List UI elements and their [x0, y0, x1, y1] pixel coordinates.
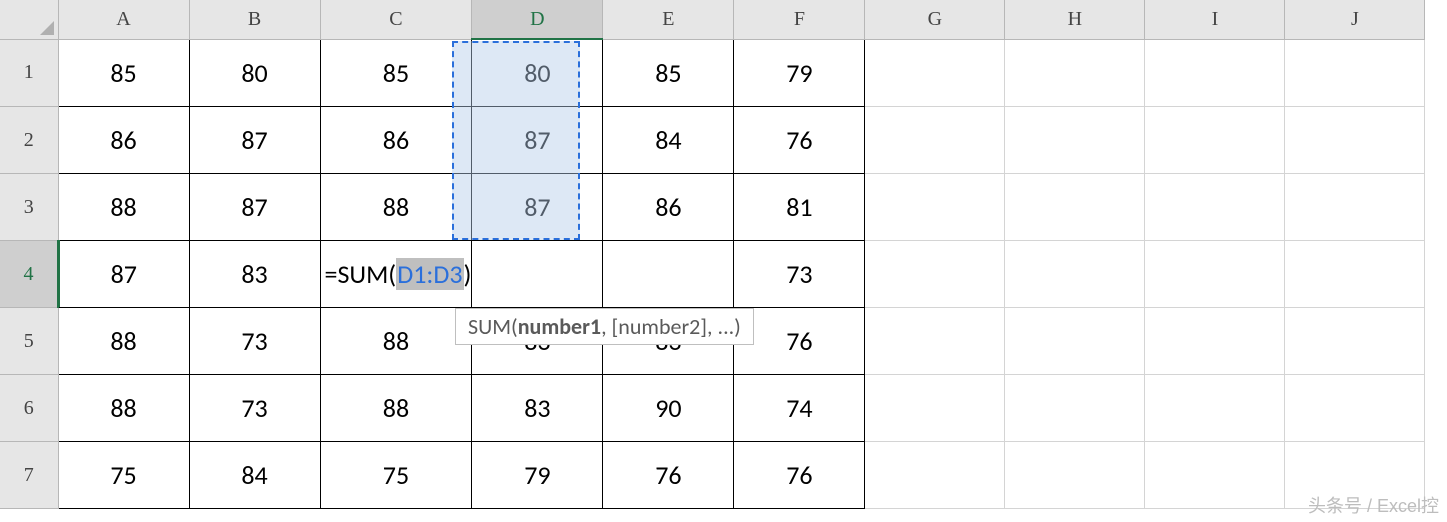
- cell-A7[interactable]: 75: [58, 442, 189, 509]
- cell-G4[interactable]: [865, 241, 1005, 308]
- cell-C3[interactable]: 88: [320, 174, 472, 241]
- cell-I3[interactable]: [1145, 174, 1285, 241]
- cell-G3[interactable]: [865, 174, 1005, 241]
- cell-F1[interactable]: 79: [734, 39, 865, 107]
- cell-G2[interactable]: [865, 107, 1005, 174]
- cell-H3[interactable]: [1005, 174, 1145, 241]
- cell-I6[interactable]: [1145, 375, 1285, 442]
- cell-F2[interactable]: 76: [734, 107, 865, 174]
- col-header-E[interactable]: E: [603, 0, 734, 39]
- cell-C7[interactable]: 75: [320, 442, 472, 509]
- cell-J5[interactable]: [1285, 308, 1425, 375]
- col-header-C[interactable]: C: [320, 0, 472, 39]
- cell-J3[interactable]: [1285, 174, 1425, 241]
- cell-D4[interactable]: [472, 241, 603, 308]
- cell-E6[interactable]: 90: [603, 375, 734, 442]
- cell-C4[interactable]: =SUM(D1:D3): [320, 241, 472, 308]
- cell-H5[interactable]: [1005, 308, 1145, 375]
- tooltip-rest: , [number2], ...): [601, 313, 741, 340]
- col-header-D[interactable]: D: [472, 0, 603, 39]
- cell-B3[interactable]: 87: [189, 174, 320, 241]
- cell-B1[interactable]: 80: [189, 39, 320, 107]
- tooltip-fn: SUM(: [468, 313, 518, 340]
- cell-I5[interactable]: [1145, 308, 1285, 375]
- cell-A3[interactable]: 88: [58, 174, 189, 241]
- cell-F4[interactable]: 73: [734, 241, 865, 308]
- cell-A1[interactable]: 85: [58, 39, 189, 107]
- cell-G5[interactable]: [865, 308, 1005, 375]
- row-header-3[interactable]: 3: [0, 174, 58, 241]
- watermark: 头条号 / Excel控: [1308, 492, 1439, 518]
- cell-G1[interactable]: [865, 39, 1005, 107]
- col-header-B[interactable]: B: [189, 0, 320, 39]
- cell-C6[interactable]: 88: [320, 375, 472, 442]
- cell-J4[interactable]: [1285, 241, 1425, 308]
- cell-D7[interactable]: 79: [472, 442, 603, 509]
- cell-B2[interactable]: 87: [189, 107, 320, 174]
- cell-F7[interactable]: 76: [734, 442, 865, 509]
- col-header-J[interactable]: J: [1285, 0, 1425, 39]
- cell-F6[interactable]: 74: [734, 375, 865, 442]
- col-header-H[interactable]: H: [1005, 0, 1145, 39]
- col-header-A[interactable]: A: [58, 0, 189, 39]
- cell-C5[interactable]: 88: [320, 308, 472, 375]
- cell-H2[interactable]: [1005, 107, 1145, 174]
- cell-B7[interactable]: 84: [189, 442, 320, 509]
- cell-A6[interactable]: 88: [58, 375, 189, 442]
- row-header-7[interactable]: 7: [0, 442, 58, 509]
- cell-H1[interactable]: [1005, 39, 1145, 107]
- cell-D6[interactable]: 83: [472, 375, 603, 442]
- cell-F3[interactable]: 81: [734, 174, 865, 241]
- cell-G6[interactable]: [865, 375, 1005, 442]
- cell-E7[interactable]: 76: [603, 442, 734, 509]
- cell-I7[interactable]: [1145, 442, 1285, 509]
- cell-I4[interactable]: [1145, 241, 1285, 308]
- formula-ref: D1:D3: [396, 258, 463, 290]
- cell-C2[interactable]: 86: [320, 107, 472, 174]
- cell-J1[interactable]: [1285, 39, 1425, 107]
- cell-C1[interactable]: 85: [320, 39, 472, 107]
- cell-B5[interactable]: 73: [189, 308, 320, 375]
- cell-J6[interactable]: [1285, 375, 1425, 442]
- row-header-1[interactable]: 1: [0, 39, 58, 107]
- active-cell-indicator: [57, 240, 60, 307]
- cell-E3[interactable]: 86: [603, 174, 734, 241]
- cell-D1[interactable]: 80: [472, 39, 603, 107]
- spreadsheet[interactable]: A B C D E F G H I J 1 85 80 85 80 85 79 …: [0, 0, 1425, 509]
- cell-D2[interactable]: 87: [472, 107, 603, 174]
- cell-A4[interactable]: 87: [58, 241, 189, 308]
- row-header-6[interactable]: 6: [0, 375, 58, 442]
- formula-suffix: ): [464, 258, 472, 290]
- row-header-4[interactable]: 4: [0, 241, 58, 308]
- cell-H6[interactable]: [1005, 375, 1145, 442]
- cell-B4[interactable]: 83: [189, 241, 320, 308]
- select-all-corner[interactable]: [0, 0, 58, 39]
- cell-E2[interactable]: 84: [603, 107, 734, 174]
- cell-H7[interactable]: [1005, 442, 1145, 509]
- col-header-G[interactable]: G: [865, 0, 1005, 39]
- cell-J2[interactable]: [1285, 107, 1425, 174]
- cell-G7[interactable]: [865, 442, 1005, 509]
- formula-prefix: =SUM(: [325, 258, 397, 290]
- cell-I1[interactable]: [1145, 39, 1285, 107]
- cell-A5[interactable]: 88: [58, 308, 189, 375]
- cell-A2[interactable]: 86: [58, 107, 189, 174]
- cell-D3[interactable]: 87: [472, 174, 603, 241]
- function-tooltip: SUM(number1, [number2], ...): [455, 308, 754, 345]
- cell-H4[interactable]: [1005, 241, 1145, 308]
- cell-I2[interactable]: [1145, 107, 1285, 174]
- cell-B6[interactable]: 73: [189, 375, 320, 442]
- col-header-I[interactable]: I: [1145, 0, 1285, 39]
- cell-E1[interactable]: 85: [603, 39, 734, 107]
- cell-E4[interactable]: [603, 241, 734, 308]
- row-header-2[interactable]: 2: [0, 107, 58, 174]
- row-header-5[interactable]: 5: [0, 308, 58, 375]
- tooltip-arg1: number1: [518, 313, 601, 340]
- col-header-F[interactable]: F: [734, 0, 865, 39]
